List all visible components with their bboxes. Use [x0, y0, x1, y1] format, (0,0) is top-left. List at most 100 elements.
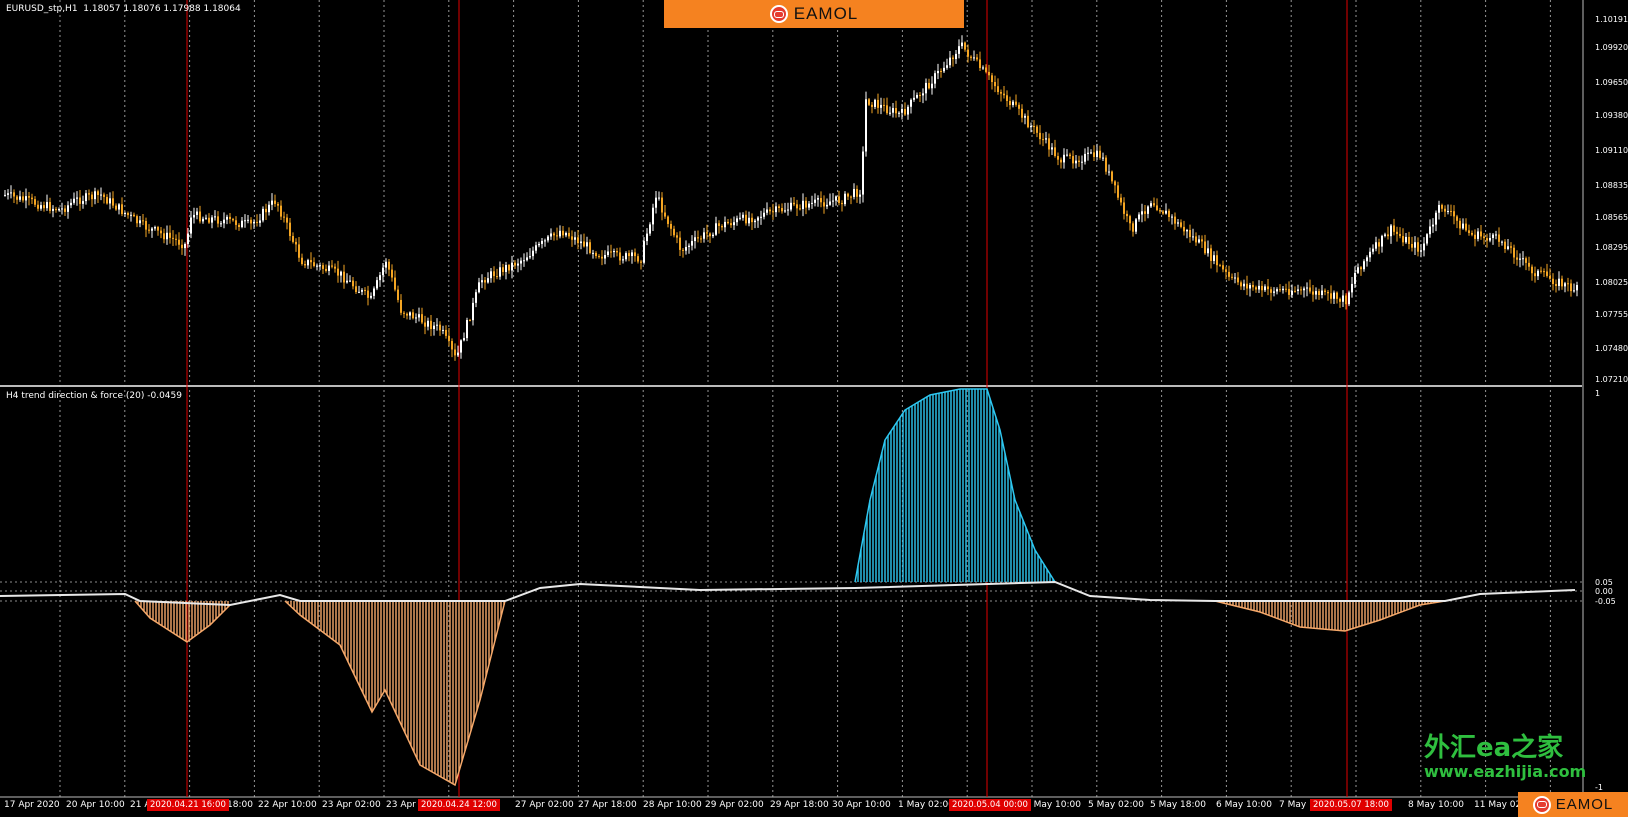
candle-body [646, 233, 648, 242]
candle-body [805, 200, 807, 208]
candle-body [802, 200, 804, 210]
candle-body [1507, 246, 1509, 249]
candle-body [1066, 154, 1068, 156]
candle-body [1150, 203, 1152, 207]
candle-body [850, 196, 852, 198]
candle-body [538, 243, 540, 246]
candle-body [988, 71, 990, 76]
candle-body [1483, 236, 1485, 239]
candle-body [1336, 292, 1338, 299]
candle-body [169, 232, 171, 238]
candle-body [232, 219, 234, 221]
candle-body [520, 260, 522, 264]
candle-body [1444, 208, 1446, 212]
candle-body [1456, 216, 1458, 221]
candle-body [1258, 285, 1260, 290]
candle-body [709, 233, 711, 237]
candle-body [298, 244, 300, 258]
candle-body [1492, 234, 1494, 238]
candle-body [1435, 212, 1437, 225]
date-label: 23 Apr 02:00 [322, 800, 381, 810]
candle-body [253, 221, 255, 224]
candle-body [847, 193, 849, 197]
candle-body [202, 218, 204, 222]
candle-body [1276, 289, 1278, 292]
candle-body [919, 94, 921, 96]
candle-body [1291, 290, 1293, 295]
candle-body [49, 202, 51, 211]
candle-body [658, 197, 660, 199]
candle-body [1177, 222, 1179, 224]
candle-body [916, 94, 918, 98]
candle-body [1564, 283, 1566, 287]
candle-body [724, 221, 726, 228]
candle-body [1288, 288, 1290, 295]
candle-body [763, 212, 765, 217]
candle-body [1369, 251, 1371, 258]
candle-body [748, 217, 750, 224]
candle-body [961, 42, 963, 47]
candle-body [904, 108, 906, 115]
candle-body [1057, 156, 1059, 160]
candle-body [1450, 210, 1452, 212]
candle-body [1132, 223, 1134, 232]
candle-body [595, 252, 597, 257]
candle-body [328, 265, 330, 271]
candle-body [1180, 222, 1182, 227]
candle-body [1417, 242, 1419, 252]
date-label: 5 May 02:00 [1088, 800, 1144, 810]
candle-body [715, 223, 717, 235]
candle-body [874, 99, 876, 107]
candle-body [46, 202, 48, 209]
candle-body [301, 257, 303, 265]
candle-body [823, 202, 825, 207]
candle-body [112, 198, 114, 206]
candle-body [1147, 206, 1149, 214]
candle-body [313, 262, 315, 267]
candle-body [1501, 241, 1503, 243]
candle-body [304, 264, 306, 266]
candle-body [1471, 232, 1473, 235]
candle-body [502, 267, 504, 272]
candle-body [109, 198, 111, 204]
candle-body [535, 245, 537, 251]
candle-body [1099, 150, 1101, 158]
candle-body [127, 212, 129, 216]
candle-body [1123, 202, 1125, 214]
candle-body [226, 216, 228, 220]
candle-body [1513, 247, 1515, 258]
candle-body [523, 260, 525, 262]
candle-body [268, 204, 270, 213]
candle-body [853, 188, 855, 197]
candle-body [1570, 283, 1572, 292]
candle-body [1345, 295, 1347, 305]
candle-body [604, 255, 606, 259]
candle-body [706, 232, 708, 234]
date-label: 17 Apr 2020 [4, 800, 60, 810]
chart-canvas[interactable] [0, 0, 1628, 817]
candle-body [394, 277, 396, 290]
candle-body [1060, 159, 1062, 163]
candle-body [895, 108, 897, 114]
candle-body [571, 236, 573, 240]
candle-body [1372, 248, 1374, 252]
candle-body [379, 275, 381, 281]
candle-body [61, 208, 63, 210]
candle-body [982, 67, 984, 69]
candle-body [1006, 95, 1008, 102]
price-label: 1.07480 [1595, 344, 1628, 353]
candle-body [958, 46, 960, 54]
candle-body [586, 242, 588, 247]
candle-body [1192, 236, 1194, 238]
chart-window[interactable]: EAMOL EURUSD_stp,H1 1.18057 1.18076 1.17… [0, 0, 1628, 817]
date-label: 4 May 10:00 [1025, 800, 1081, 810]
candle-body [460, 340, 462, 353]
candle-body [640, 261, 642, 263]
candle-body [541, 240, 543, 244]
candle-body [1402, 236, 1404, 243]
candle-body [115, 205, 117, 210]
candle-body [1549, 275, 1551, 279]
candle-body [970, 56, 972, 58]
candle-body [367, 290, 369, 298]
candle-body [811, 202, 813, 204]
